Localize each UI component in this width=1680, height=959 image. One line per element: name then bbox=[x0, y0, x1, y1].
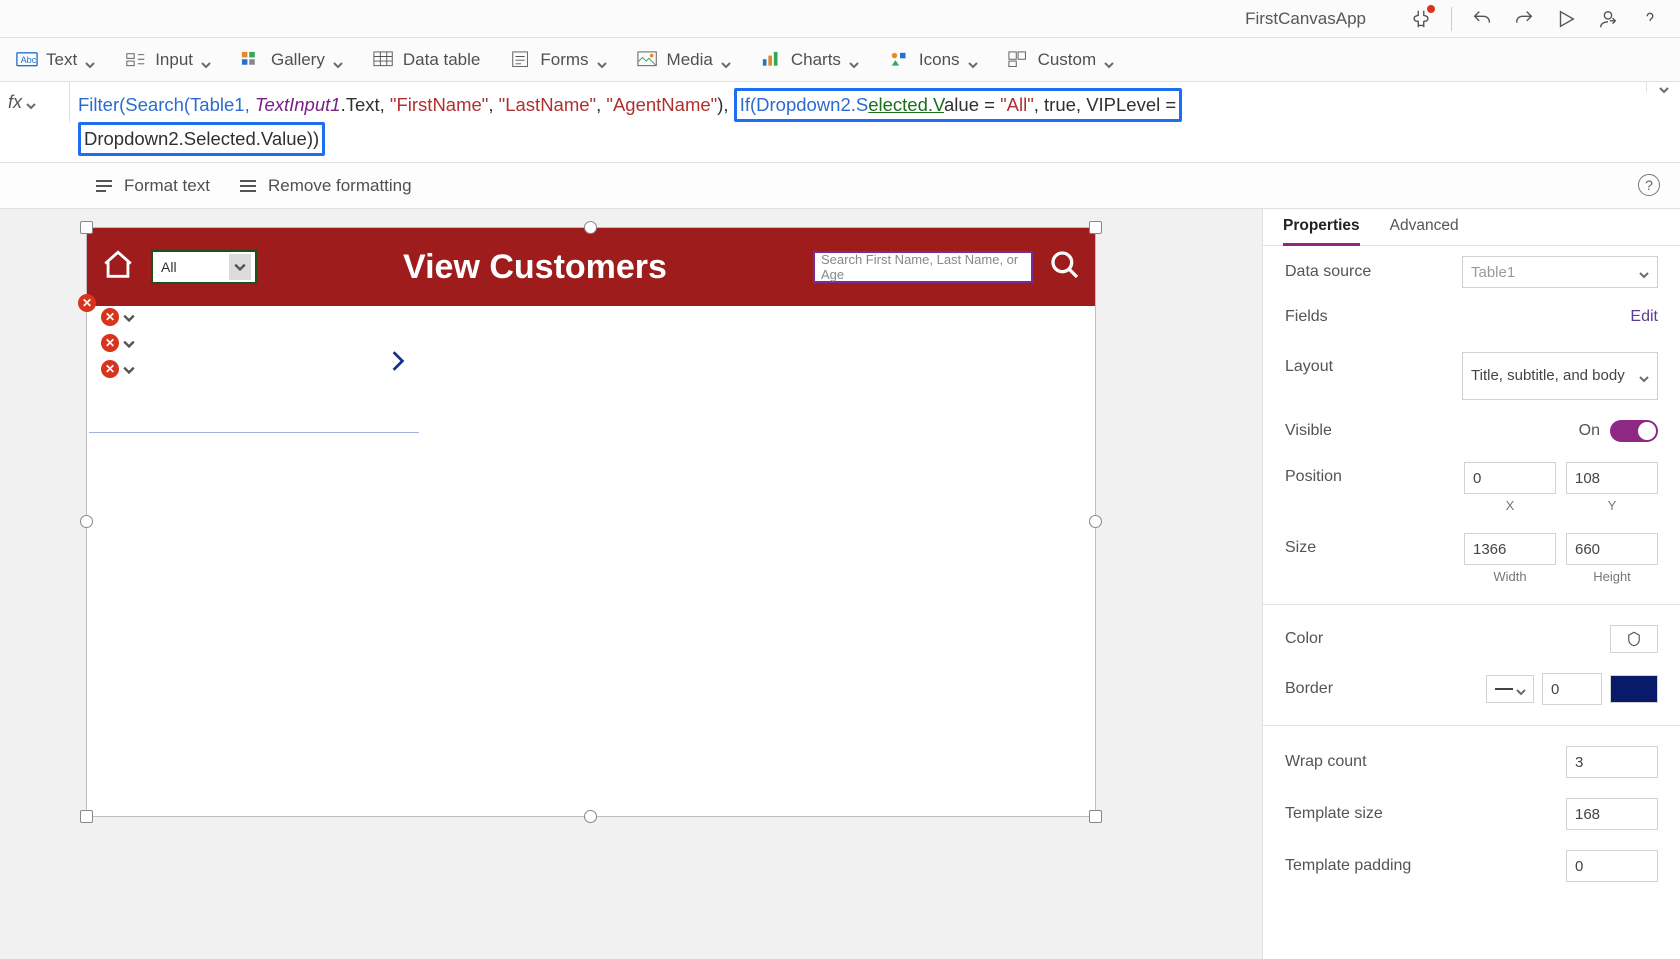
wrapcount-input[interactable]: 3 bbox=[1566, 746, 1658, 778]
resize-handle[interactable] bbox=[80, 810, 93, 823]
canvas-selection[interactable]: All View Customers Search First Name, La… bbox=[86, 227, 1096, 817]
screen-title: View Customers bbox=[273, 248, 797, 287]
format-text-button[interactable]: Format text bbox=[94, 176, 210, 196]
workspace: All View Customers Search First Name, La… bbox=[0, 209, 1680, 959]
remove-formatting-button[interactable]: Remove formatting bbox=[238, 176, 412, 196]
play-icon[interactable] bbox=[1554, 7, 1578, 31]
position-y-input[interactable]: 108 bbox=[1566, 462, 1658, 494]
help-icon[interactable] bbox=[1638, 7, 1662, 31]
ribbon-datatable[interactable]: Data table bbox=[373, 50, 481, 70]
search-icon[interactable] bbox=[1049, 249, 1081, 285]
fx-label[interactable]: fx bbox=[0, 82, 70, 123]
formula-expand[interactable] bbox=[1646, 82, 1680, 92]
resize-handle[interactable] bbox=[80, 221, 93, 234]
canvas-area: All View Customers Search First Name, La… bbox=[0, 209, 1262, 959]
visible-toggle[interactable] bbox=[1610, 420, 1658, 442]
gallery-template-row[interactable] bbox=[89, 308, 419, 433]
app-name: FirstCanvasApp bbox=[1245, 9, 1366, 29]
tab-properties[interactable]: Properties bbox=[1283, 217, 1360, 246]
templatesize-input[interactable]: 168 bbox=[1566, 798, 1658, 830]
ribbon-text[interactable]: AbcText bbox=[16, 50, 95, 70]
chevron-right-icon[interactable] bbox=[387, 350, 409, 376]
prop-datasource: Data source Table1 bbox=[1263, 246, 1680, 298]
formula-bar: fx Filter(Search(Table1, TextInput1.Text… bbox=[0, 82, 1680, 163]
formula-input[interactable]: Filter(Search(Table1, TextInput1.Text, "… bbox=[70, 82, 1646, 162]
insert-ribbon: AbcText Input Gallery Data table Forms M… bbox=[0, 38, 1680, 82]
ribbon-charts[interactable]: Charts bbox=[761, 50, 859, 70]
size-width-input[interactable]: 1366 bbox=[1464, 533, 1556, 565]
prop-border: Border 0 bbox=[1263, 663, 1680, 715]
app-header: All View Customers Search First Name, La… bbox=[87, 228, 1095, 306]
color-picker[interactable] bbox=[1610, 625, 1658, 653]
prop-templatesize: Template size 168 bbox=[1263, 788, 1680, 840]
formula-highlight-2: Dropdown2.Selected.Value)) bbox=[78, 122, 325, 156]
ribbon-media[interactable]: Media bbox=[637, 50, 731, 70]
undo-icon[interactable] bbox=[1470, 7, 1494, 31]
properties-panel: Properties Advanced Data source Table1 F… bbox=[1262, 209, 1680, 959]
share-icon[interactable] bbox=[1596, 7, 1620, 31]
ribbon-gallery[interactable]: Gallery bbox=[241, 50, 343, 70]
format-bar: Format text Remove formatting ? bbox=[0, 163, 1680, 209]
border-color-swatch[interactable] bbox=[1610, 675, 1658, 703]
tab-advanced[interactable]: Advanced bbox=[1390, 217, 1459, 246]
resize-handle[interactable] bbox=[1089, 515, 1102, 528]
prop-visible: Visible On bbox=[1263, 410, 1680, 452]
prop-size: Size 1366Width 660Height bbox=[1263, 523, 1680, 594]
border-style-select[interactable] bbox=[1486, 675, 1534, 703]
size-height-input[interactable]: 660 bbox=[1566, 533, 1658, 565]
templatepadding-input[interactable]: 0 bbox=[1566, 850, 1658, 882]
resize-handle[interactable] bbox=[584, 810, 597, 823]
prop-color: Color bbox=[1263, 615, 1680, 663]
layout-select[interactable]: Title, subtitle, and body bbox=[1462, 352, 1658, 400]
formula-highlight-1: If(Dropdown2.Selected.Value = "All", tru… bbox=[734, 88, 1183, 122]
vip-dropdown[interactable]: All bbox=[151, 250, 257, 284]
resize-handle[interactable] bbox=[584, 221, 597, 234]
formula-help-icon[interactable]: ? bbox=[1638, 174, 1660, 196]
prop-layout: Layout Title, subtitle, and body bbox=[1263, 336, 1680, 410]
ribbon-forms[interactable]: Forms bbox=[510, 50, 606, 70]
resize-handle[interactable] bbox=[80, 515, 93, 528]
ribbon-custom[interactable]: Custom bbox=[1008, 50, 1115, 70]
panel-tabs: Properties Advanced bbox=[1263, 209, 1680, 246]
prop-fields: Fields Edit bbox=[1263, 298, 1680, 336]
datasource-select[interactable]: Table1 bbox=[1462, 256, 1658, 288]
prop-templatepadding: Template padding 0 bbox=[1263, 840, 1680, 892]
search-input[interactable]: Search First Name, Last Name, or Age bbox=[813, 251, 1033, 283]
home-icon[interactable] bbox=[101, 248, 135, 286]
resize-handle[interactable] bbox=[1089, 221, 1102, 234]
svg-text:Abc: Abc bbox=[21, 54, 37, 64]
ribbon-input[interactable]: Input bbox=[125, 50, 211, 70]
prop-wrapcount: Wrap count 3 bbox=[1263, 736, 1680, 788]
chevron-down-icon[interactable] bbox=[229, 254, 251, 280]
fields-edit-link[interactable]: Edit bbox=[1630, 308, 1658, 326]
prop-position: Position 0X 108Y bbox=[1263, 452, 1680, 523]
position-x-input[interactable]: 0 bbox=[1464, 462, 1556, 494]
title-bar: FirstCanvasApp bbox=[0, 0, 1680, 38]
redo-icon[interactable] bbox=[1512, 7, 1536, 31]
resize-handle[interactable] bbox=[1089, 810, 1102, 823]
ribbon-icons[interactable]: Icons bbox=[889, 50, 978, 70]
health-icon[interactable] bbox=[1409, 7, 1433, 31]
border-width-input[interactable]: 0 bbox=[1542, 673, 1602, 705]
